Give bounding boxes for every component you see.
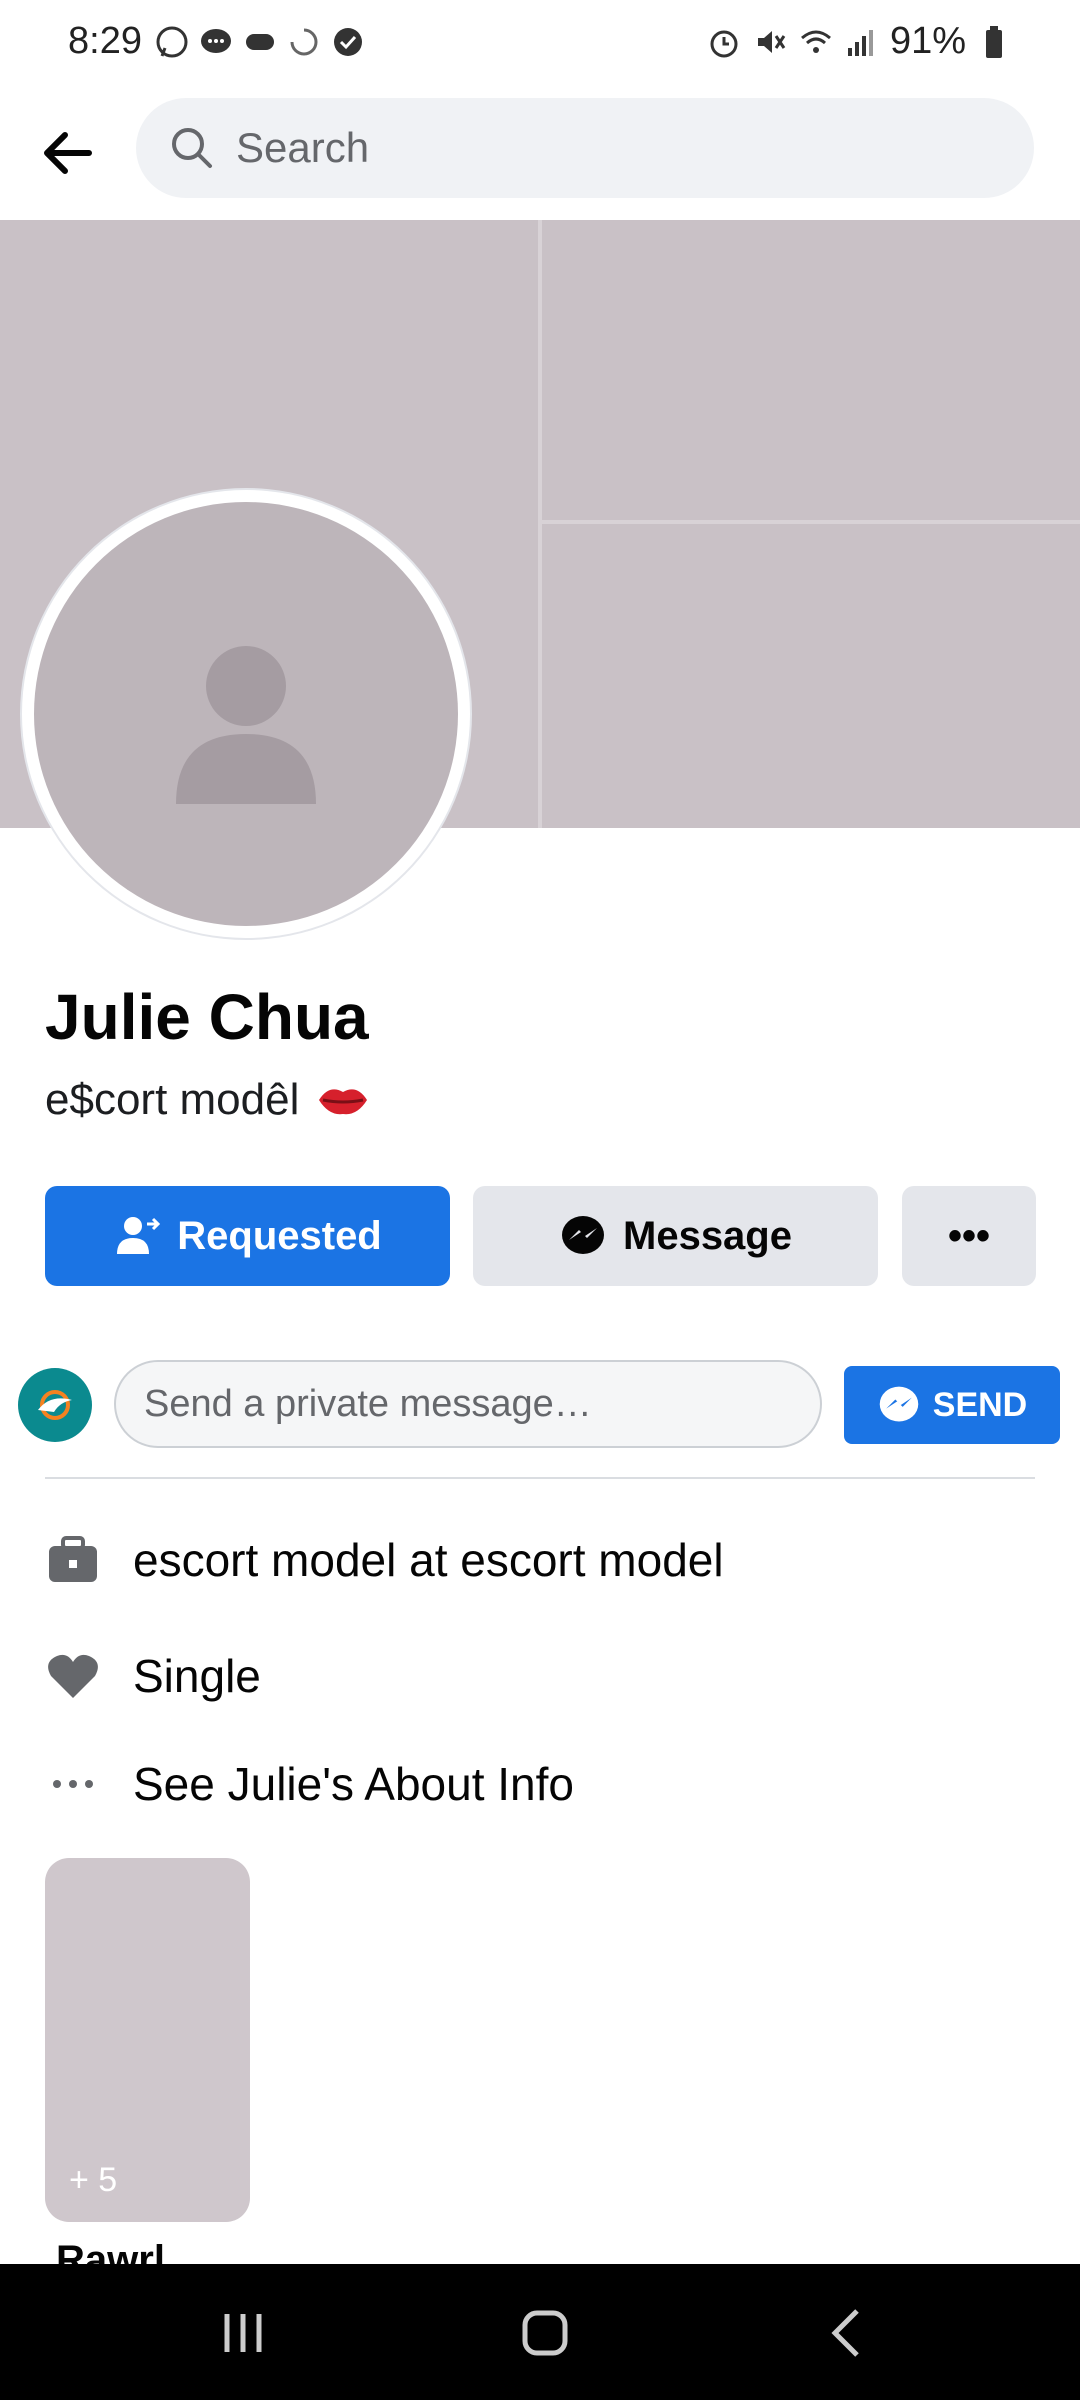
person-silhouette-icon bbox=[176, 646, 316, 804]
status-left-icons bbox=[154, 24, 366, 60]
about-info-label: See Julie's About Info bbox=[133, 1758, 574, 1810]
heart-icon bbox=[45, 1648, 101, 1704]
message-button[interactable]: Message bbox=[473, 1186, 878, 1286]
private-message-placeholder: Send a private message… bbox=[144, 1382, 592, 1425]
message-label: Message bbox=[623, 1213, 792, 1258]
requested-button[interactable]: Requested bbox=[45, 1186, 450, 1286]
back-button[interactable] bbox=[30, 116, 104, 190]
profile-bio-text: e$cort modêl bbox=[45, 1075, 300, 1124]
friend-request-icon bbox=[117, 1217, 161, 1254]
alarm-icon bbox=[710, 30, 738, 57]
battery-icon bbox=[986, 25, 1002, 58]
home-button[interactable] bbox=[500, 2298, 590, 2368]
system-back-button[interactable] bbox=[802, 2298, 892, 2368]
cover-photo-placeholder bbox=[542, 524, 1080, 828]
profile-avatar[interactable] bbox=[22, 490, 470, 938]
wifi-icon bbox=[800, 30, 831, 53]
status-time: 8:29 bbox=[68, 20, 142, 62]
mute-icon bbox=[757, 30, 786, 53]
send-button[interactable]: SEND bbox=[844, 1366, 1060, 1444]
avatar-placeholder bbox=[34, 502, 458, 926]
private-message-row: Send a private message… SEND bbox=[0, 1360, 1080, 1450]
status-bar: 8:29 91% bbox=[0, 0, 1080, 88]
divider bbox=[45, 1477, 1035, 1479]
battery-percent: 91% bbox=[889, 20, 966, 62]
send-label: SEND bbox=[932, 1385, 1028, 1424]
about-item-work: escort model at escort model bbox=[45, 1525, 1035, 1595]
cover-photo-placeholder bbox=[542, 220, 1080, 520]
recent-apps-icon bbox=[224, 2314, 262, 2352]
private-message-input[interactable]: Send a private message… bbox=[114, 1360, 822, 1448]
profile-name: Julie Chua bbox=[45, 981, 369, 1053]
loading-icon bbox=[290, 28, 318, 56]
chevron-left-icon bbox=[831, 2309, 859, 2357]
profile-bio: e$cort modêl bbox=[45, 1075, 371, 1125]
home-icon bbox=[522, 2310, 568, 2356]
game-controller-icon bbox=[246, 34, 274, 50]
about-relationship-label: Single bbox=[133, 1650, 261, 1702]
featured-story-card[interactable]: + 5 bbox=[45, 1858, 250, 2222]
system-nav-bar bbox=[0, 2264, 1080, 2400]
about-info-link[interactable]: See Julie's About Info bbox=[45, 1749, 1035, 1819]
story-count: + 5 bbox=[69, 2161, 118, 2199]
dolphins-logo-icon bbox=[38, 1390, 72, 1420]
whatsapp-icon bbox=[156, 26, 188, 58]
briefcase-icon bbox=[45, 1532, 101, 1588]
sender-avatar bbox=[18, 1368, 92, 1442]
messenger-bubble-icon bbox=[201, 29, 231, 53]
search-input[interactable]: Search bbox=[136, 98, 1034, 198]
back-arrow-icon bbox=[44, 132, 92, 174]
requested-label: Requested bbox=[177, 1213, 382, 1258]
messenger-icon bbox=[562, 1216, 604, 1254]
more-options-button[interactable]: ••• bbox=[902, 1186, 1036, 1286]
check-circle-icon bbox=[334, 28, 362, 56]
signal-icon bbox=[847, 29, 873, 56]
recent-apps-button[interactable] bbox=[198, 2298, 288, 2368]
search-icon bbox=[172, 128, 212, 168]
more-dots-icon: ••• bbox=[947, 1213, 990, 1258]
about-work-label: escort model at escort model bbox=[133, 1534, 724, 1586]
search-placeholder: Search bbox=[236, 124, 370, 171]
about-item-relationship: Single bbox=[45, 1641, 1035, 1711]
top-nav: Search bbox=[0, 88, 1080, 218]
lips-icon bbox=[319, 1089, 368, 1115]
status-right-icons: 91% bbox=[706, 20, 1012, 63]
more-dots-icon bbox=[45, 1756, 101, 1812]
messenger-icon bbox=[879, 1386, 919, 1422]
